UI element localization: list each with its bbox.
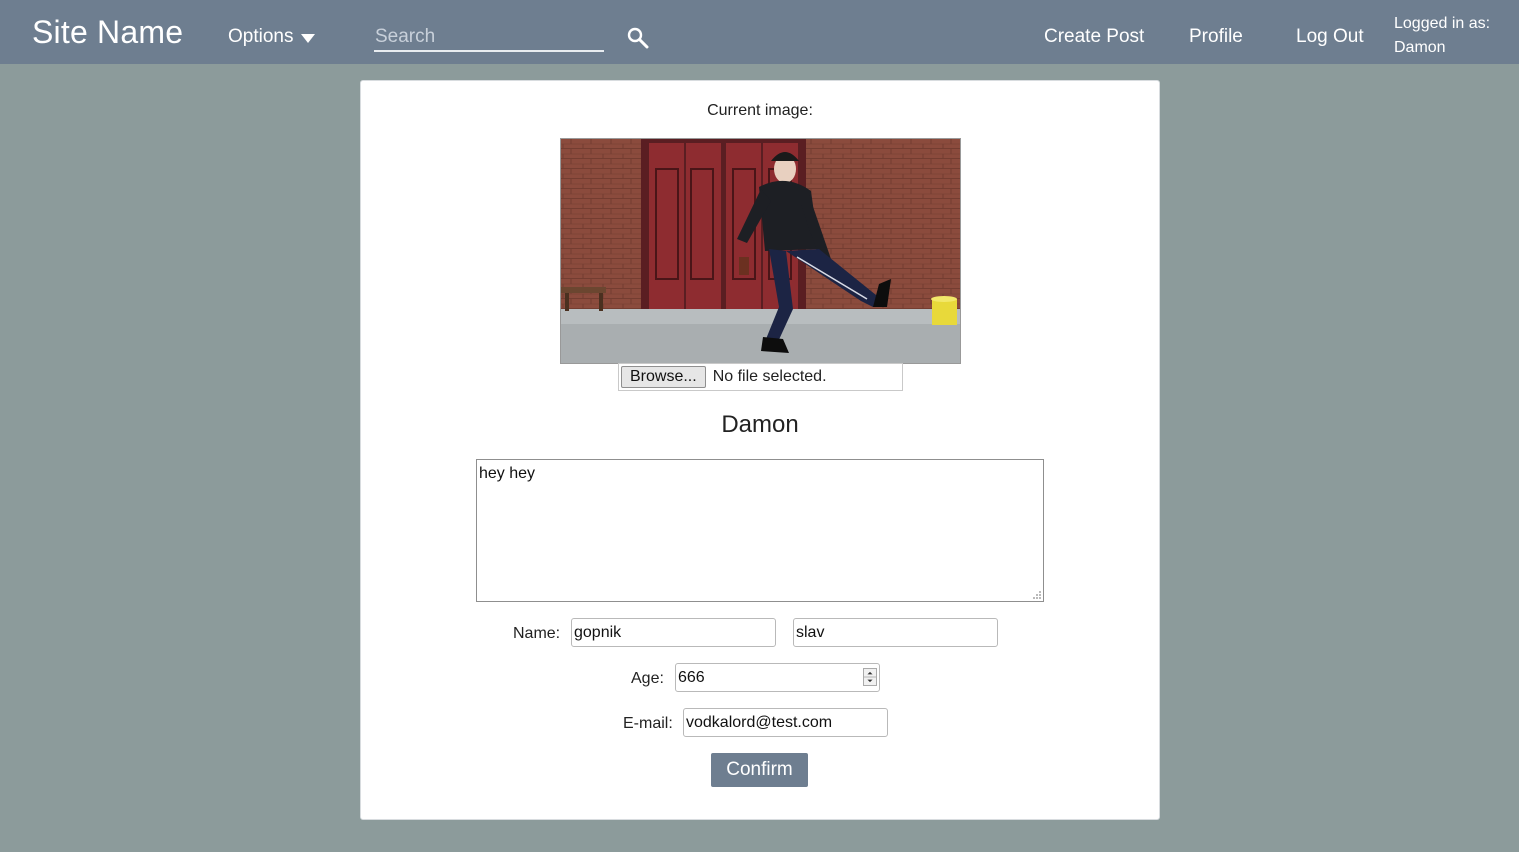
navbar: Site Name Options Create Post Profile Lo…	[0, 0, 1519, 64]
profile-edit-card: Current image: Browse... No file selecte…	[360, 80, 1160, 820]
age-label: Age:	[631, 670, 664, 687]
current-profile-image	[560, 138, 961, 364]
current-image-label: Current image:	[707, 102, 813, 119]
log-out-link[interactable]: Log Out	[1296, 26, 1364, 48]
site-name-logo[interactable]: Site Name	[32, 14, 183, 51]
confirm-button[interactable]: Confirm	[711, 753, 808, 787]
file-status-text: No file selected.	[712, 368, 827, 385]
logged-in-status: Logged in as: Damon	[1394, 12, 1490, 60]
bio-textarea[interactable]: hey hey	[476, 459, 1044, 602]
search-icon[interactable]	[627, 27, 649, 49]
name-label: Name:	[513, 625, 561, 642]
profile-link[interactable]: Profile	[1189, 26, 1243, 48]
options-label: Options	[228, 26, 294, 47]
email-label: E-mail:	[623, 715, 673, 732]
email-field[interactable]	[683, 708, 888, 737]
logged-in-user: Damon	[1394, 39, 1446, 56]
browse-button[interactable]: Browse...	[621, 366, 706, 388]
logged-in-label: Logged in as:	[1394, 15, 1491, 32]
options-dropdown[interactable]: Options	[228, 26, 316, 48]
age-stepper[interactable]	[863, 668, 877, 686]
age-field[interactable]	[675, 663, 880, 692]
profile-display-name: Damon	[721, 411, 799, 438]
first-name-field[interactable]	[571, 618, 776, 647]
file-input[interactable]: Browse... No file selected.	[618, 363, 903, 391]
last-name-field[interactable]	[793, 618, 998, 647]
resize-grip-icon[interactable]	[1030, 588, 1042, 600]
search-input[interactable]	[374, 24, 604, 52]
create-post-link[interactable]: Create Post	[1044, 26, 1144, 48]
caret-down-icon	[301, 34, 316, 43]
